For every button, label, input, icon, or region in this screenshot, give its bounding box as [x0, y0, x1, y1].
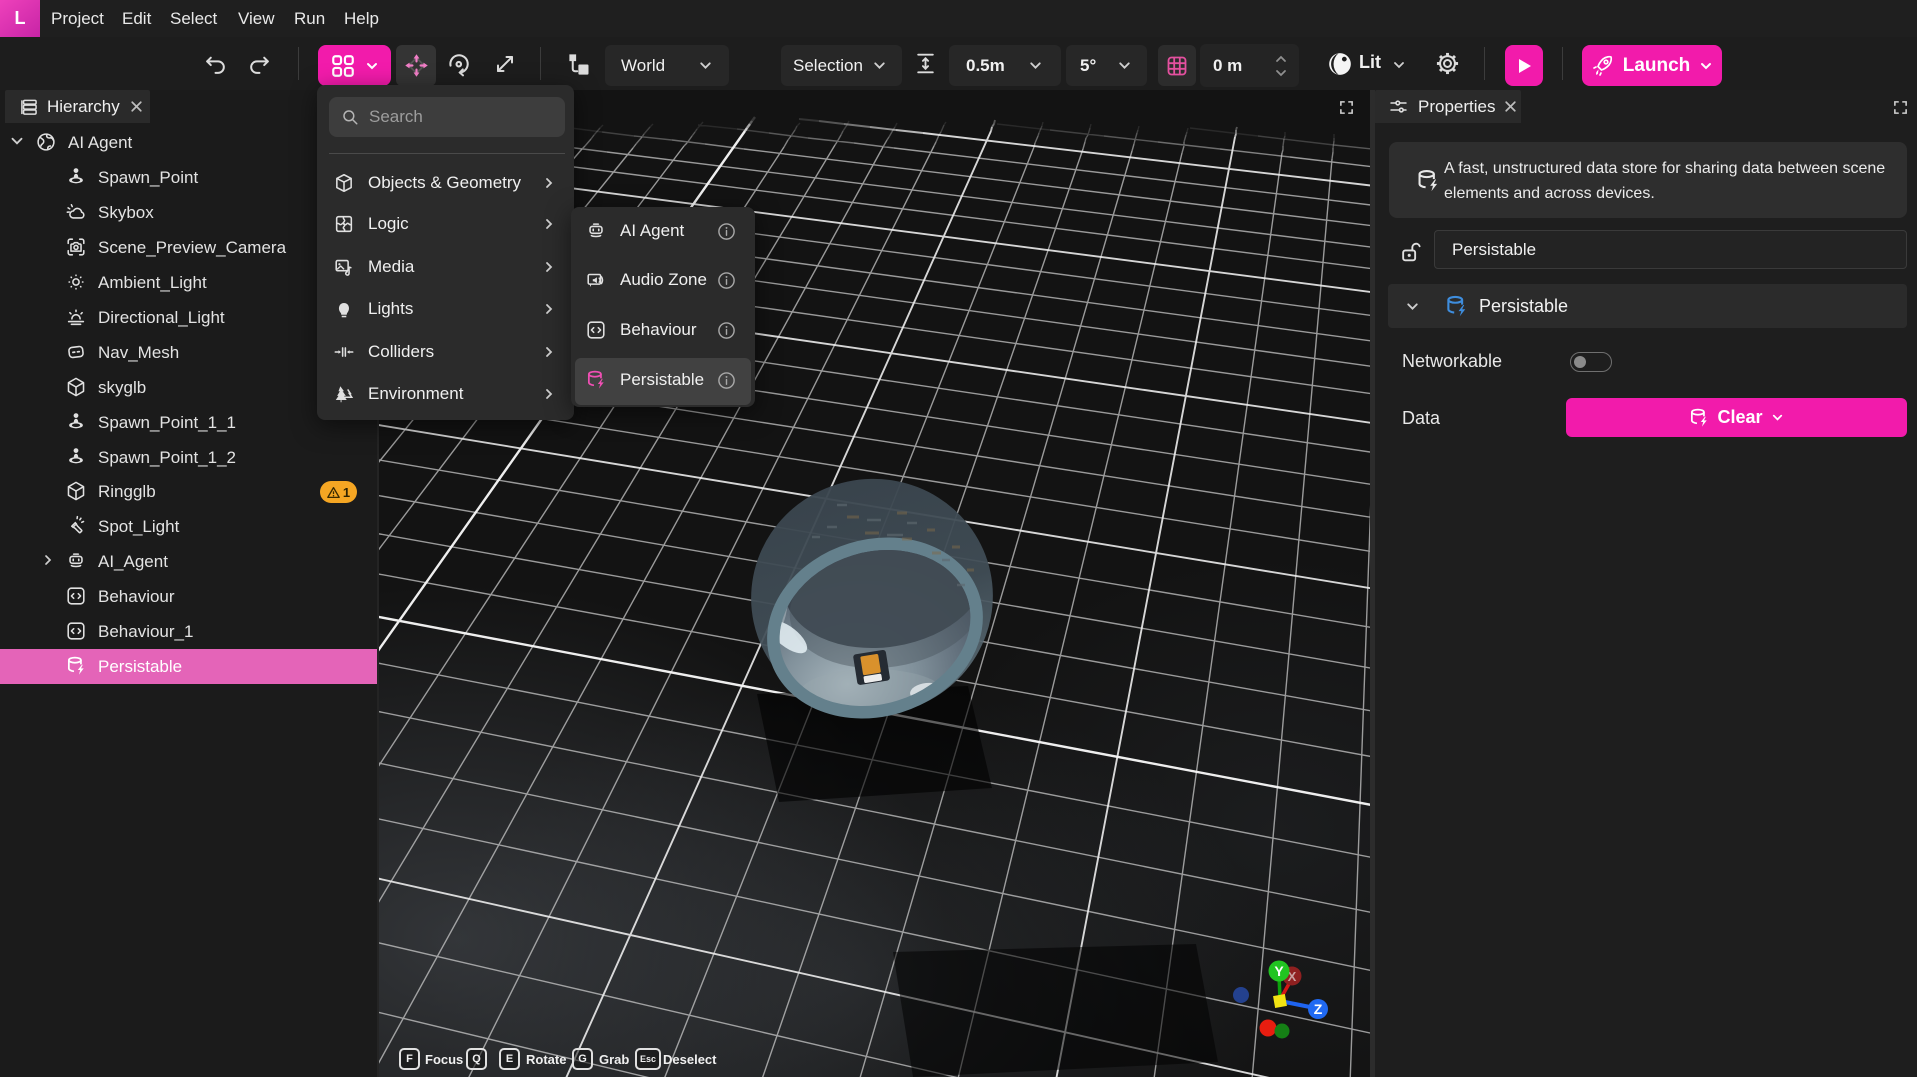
svg-text:Y: Y [1274, 963, 1284, 979]
svg-text:Z: Z [1314, 1001, 1323, 1017]
